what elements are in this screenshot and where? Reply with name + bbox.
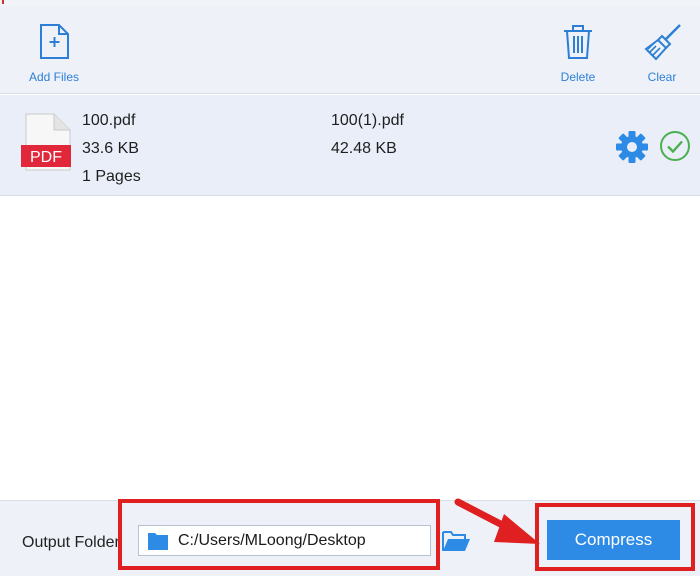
source-file-info: 100.pdf 33.6 KB 1 Pages bbox=[82, 107, 141, 191]
pdf-icon-label: PDF bbox=[30, 149, 62, 166]
source-page-count: 1 Pages bbox=[82, 168, 141, 185]
app-icon bbox=[2, 0, 10, 4]
check-circle-icon bbox=[660, 131, 690, 161]
clear-button[interactable]: Clear bbox=[627, 22, 697, 88]
delete-label: Delete bbox=[560, 70, 596, 84]
trash-icon bbox=[558, 22, 598, 62]
output-file-size: 42.48 KB bbox=[331, 140, 397, 157]
broom-icon bbox=[642, 22, 682, 62]
source-file-size: 33.6 KB bbox=[82, 140, 139, 157]
file-list-empty-area bbox=[0, 196, 700, 500]
annotation-arrow-icon bbox=[454, 498, 540, 544]
gear-icon[interactable] bbox=[615, 130, 649, 164]
add-files-label: Add Files bbox=[28, 70, 80, 84]
compress-button[interactable]: Compress bbox=[547, 520, 680, 560]
pdf-file-icon: PDF bbox=[21, 113, 71, 171]
file-list-row[interactable]: PDF 100.pdf 33.6 KB 1 Pages 100(1).pdf 4… bbox=[0, 95, 700, 196]
clear-label: Clear bbox=[647, 70, 677, 84]
delete-button[interactable]: Delete bbox=[543, 22, 613, 88]
output-file-info: 100(1).pdf 42.48 KB bbox=[331, 107, 404, 163]
output-folder-label: Output Folder bbox=[22, 534, 120, 551]
output-file-name: 100(1).pdf bbox=[331, 112, 404, 129]
output-folder-highlight bbox=[118, 499, 440, 570]
add-files-button[interactable]: Add Files bbox=[19, 22, 89, 88]
toolbar: Add Files Delete Clear bbox=[0, 6, 700, 94]
source-file-name: 100.pdf bbox=[82, 112, 136, 129]
add-file-icon bbox=[34, 22, 74, 62]
